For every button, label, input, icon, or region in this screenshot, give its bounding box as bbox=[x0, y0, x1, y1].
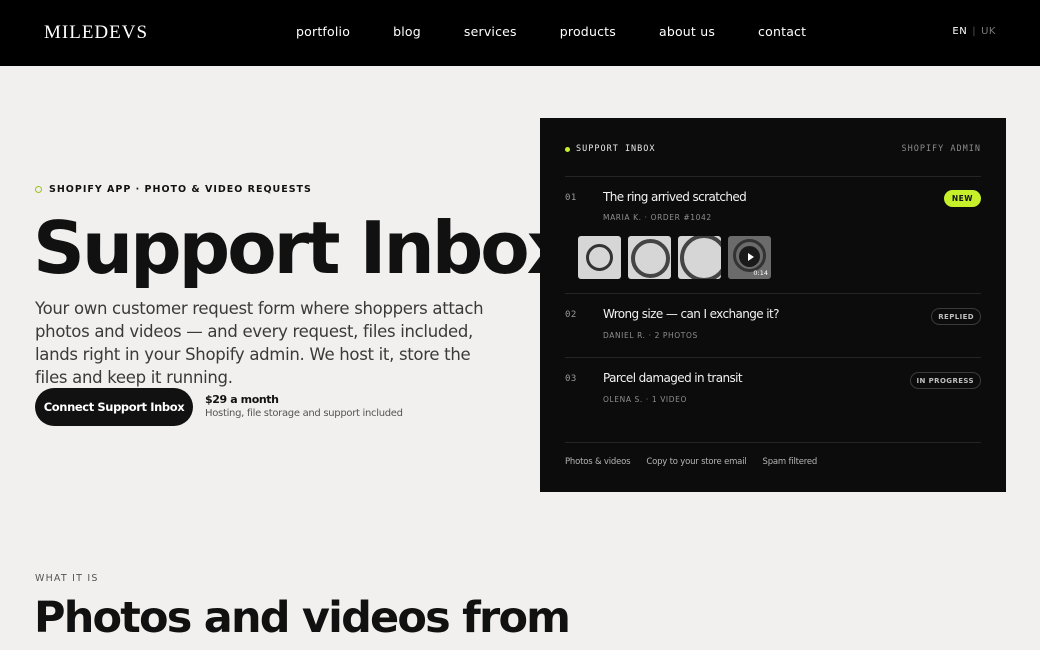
row-meta: MARIA K. · ORDER #1042 bbox=[603, 213, 712, 222]
live-dot-icon bbox=[565, 146, 570, 152]
row-number: 03 bbox=[565, 374, 577, 384]
status-badge-new: NEW bbox=[943, 190, 981, 207]
status-badge-in-progress: IN PROGRESS bbox=[909, 372, 981, 389]
panel-title: SUPPORT INBOX bbox=[565, 144, 656, 154]
photo-thumbnail[interactable] bbox=[678, 236, 721, 279]
panel-subtitle: SHOPIFY ADMIN bbox=[901, 144, 981, 154]
top-navigation: MILEDEVS portfolio blog services product… bbox=[0, 0, 1040, 66]
video-duration: 0:14 bbox=[753, 269, 768, 277]
row-title: Parcel damaged in transit bbox=[603, 371, 743, 385]
lang-en[interactable]: EN bbox=[952, 26, 967, 37]
row-meta: OLENA S. · 1 VIDEO bbox=[603, 395, 687, 404]
inbox-row[interactable]: 03 Parcel damaged in transit OLENA S. · … bbox=[565, 357, 981, 421]
status-badge-replied: REPLIED bbox=[931, 308, 981, 325]
row-number: 01 bbox=[565, 193, 577, 203]
lang-uk[interactable]: UK bbox=[981, 26, 996, 37]
row-meta: DANIEL R. · 2 PHOTOS bbox=[603, 331, 698, 340]
section-eyebrow: WHAT IT IS bbox=[35, 573, 99, 584]
nav-link-portfolio[interactable]: portfolio bbox=[296, 24, 350, 39]
section-title: Photos and videos from bbox=[34, 593, 571, 643]
ring-image-icon bbox=[631, 239, 670, 278]
feature-photos-videos: Photos & videos bbox=[565, 457, 631, 467]
play-icon[interactable] bbox=[739, 246, 760, 267]
row-title: Wrong size — can I exchange it? bbox=[603, 307, 779, 321]
panel-footer: Photos & videos Copy to your store email… bbox=[565, 457, 833, 467]
language-switcher: EN | UK bbox=[952, 26, 996, 37]
status-dot-icon bbox=[35, 186, 42, 193]
nav-link-contact[interactable]: contact bbox=[758, 24, 806, 39]
nav-link-services[interactable]: services bbox=[464, 24, 517, 39]
panel-title-text: SUPPORT INBOX bbox=[576, 144, 656, 154]
attachment-thumbnails: 0:14 bbox=[578, 236, 771, 279]
support-inbox-preview: SUPPORT INBOX SHOPIFY ADMIN 01 The ring … bbox=[540, 118, 1006, 492]
video-thumbnail[interactable]: 0:14 bbox=[728, 236, 771, 279]
row-number: 02 bbox=[565, 310, 577, 320]
hero-eyebrow-text: SHOPIFY APP · PHOTO & VIDEO REQUESTS bbox=[49, 184, 312, 195]
nav-links: portfolio blog services products about u… bbox=[296, 24, 849, 39]
nav-link-about-us[interactable]: about us bbox=[659, 24, 715, 39]
price-label: $29 a month bbox=[205, 393, 279, 406]
hero-description: Your own customer request form where sho… bbox=[35, 299, 484, 387]
row-title: The ring arrived scratched bbox=[603, 190, 747, 204]
ring-image-icon bbox=[680, 236, 721, 279]
connect-support-inbox-button[interactable]: Connect Support Inbox bbox=[35, 388, 193, 426]
price-subtext: Hosting, file storage and support includ… bbox=[205, 408, 403, 419]
brand-logo[interactable]: MILEDEVS bbox=[44, 22, 148, 44]
feature-email-copy: Copy to your store email bbox=[646, 457, 747, 467]
nav-link-products[interactable]: products bbox=[560, 24, 616, 39]
hero-title: Support Inbox bbox=[33, 206, 573, 290]
lang-separator: | bbox=[972, 26, 977, 37]
nav-link-blog[interactable]: blog bbox=[393, 24, 421, 39]
divider bbox=[565, 442, 981, 443]
photo-thumbnail[interactable] bbox=[628, 236, 671, 279]
photo-thumbnail[interactable] bbox=[578, 236, 621, 279]
hero-eyebrow: SHOPIFY APP · PHOTO & VIDEO REQUESTS bbox=[35, 184, 312, 195]
inbox-row[interactable]: 02 Wrong size — can I exchange it? DANIE… bbox=[565, 293, 981, 357]
ring-image-icon bbox=[586, 244, 613, 271]
feature-spam-filtered: Spam filtered bbox=[762, 457, 818, 467]
panel-header: SUPPORT INBOX SHOPIFY ADMIN bbox=[565, 144, 981, 158]
